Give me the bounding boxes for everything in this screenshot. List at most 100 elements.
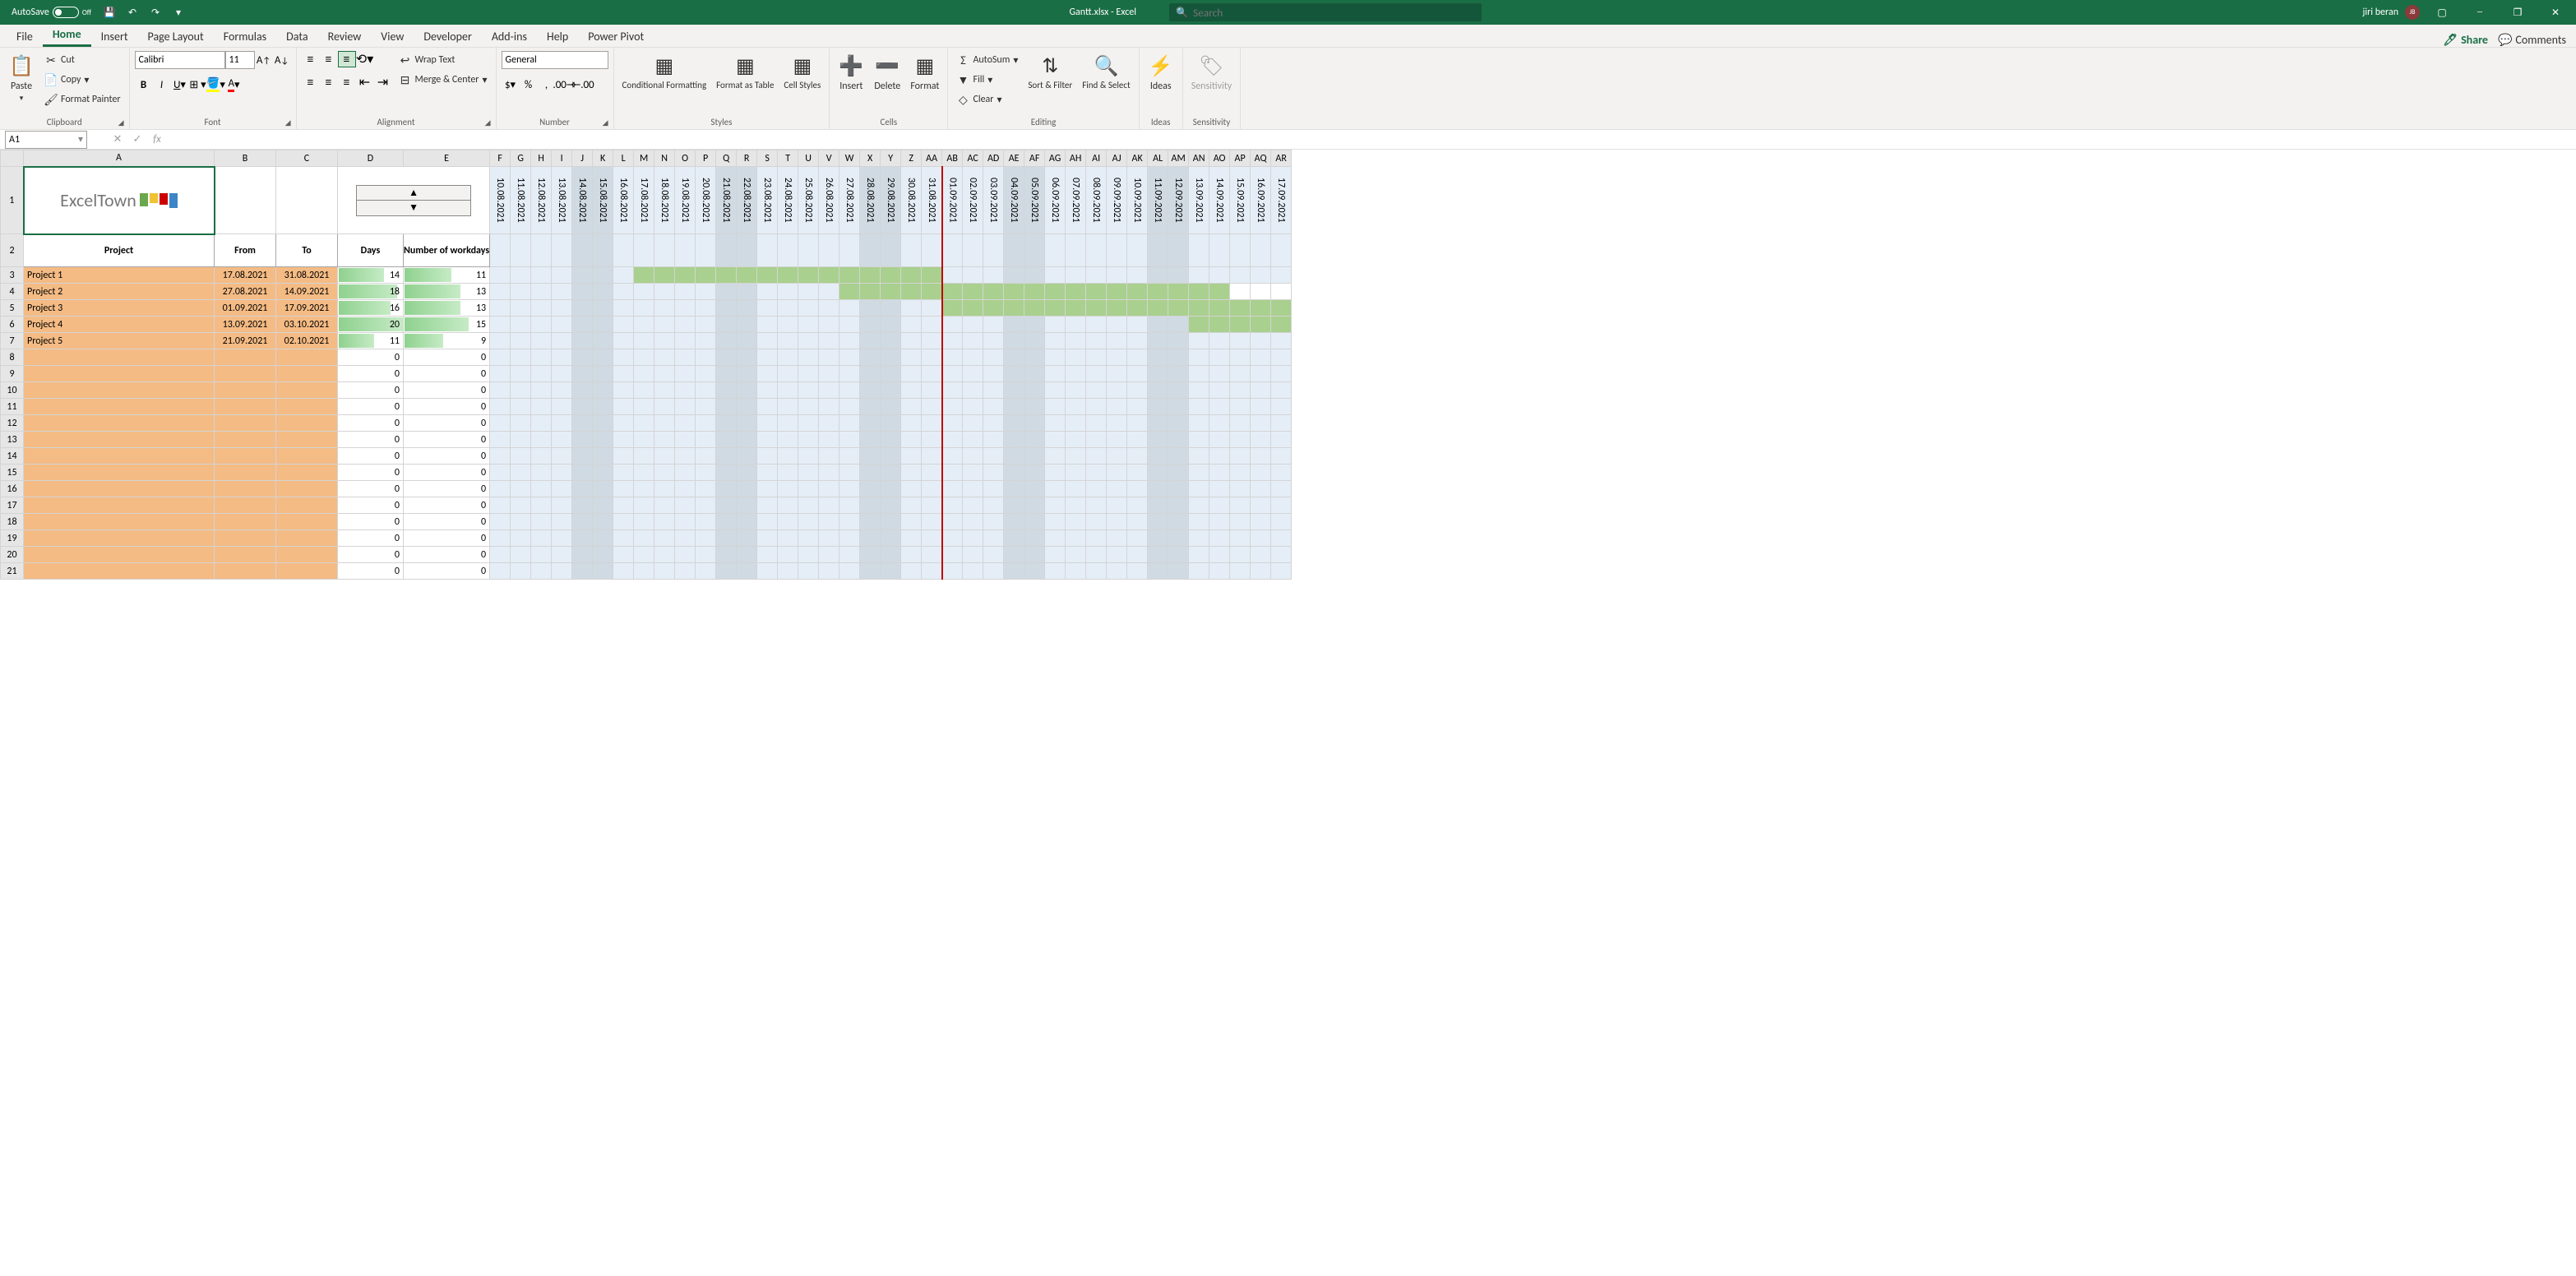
days-18[interactable]: 0 [338, 514, 404, 530]
gantt-r10-d31[interactable] [1127, 382, 1148, 399]
project-name-4[interactable]: Project 2 [24, 284, 215, 300]
gantt-r9-d23[interactable] [963, 366, 983, 382]
gantt-r20-d15[interactable] [798, 547, 819, 563]
gantt-r17-d3[interactable] [552, 497, 572, 514]
gantt-r13-d31[interactable] [1127, 432, 1148, 448]
project-name-5[interactable]: Project 3 [24, 300, 215, 317]
gantt-r15-d38[interactable] [1271, 465, 1292, 481]
gantt-r9-d4[interactable] [572, 366, 593, 382]
date-header-26[interactable]: 05.09.2021 [1024, 167, 1045, 234]
gantt-r19-d23[interactable] [963, 530, 983, 547]
gantt-r17-d7[interactable] [634, 497, 654, 514]
col-header-S[interactable]: S [757, 150, 778, 167]
gantt-r13-d33[interactable] [1168, 432, 1189, 448]
row-header-14[interactable]: 14 [1, 448, 24, 465]
gantt-r14-d4[interactable] [572, 448, 593, 465]
date-header-29[interactable]: 08.09.2021 [1086, 167, 1107, 234]
gantt-r19-d36[interactable] [1230, 530, 1251, 547]
date-header-0[interactable]: 10.08.2021 [490, 167, 511, 234]
gantt-r5-d11[interactable] [716, 300, 737, 317]
gantt-r6-d32[interactable] [1148, 317, 1168, 333]
date-header-37[interactable]: 16.09.2021 [1251, 167, 1271, 234]
row-header-2[interactable]: 2 [1, 234, 24, 267]
gantt-r10-d38[interactable] [1271, 382, 1292, 399]
gantt-r4-d36[interactable] [1230, 284, 1251, 300]
cell-r2-d17[interactable] [839, 234, 860, 267]
cell-r2-d23[interactable] [963, 234, 983, 267]
gantt-r11-d5[interactable] [593, 399, 613, 415]
gantt-r4-d21[interactable] [922, 284, 942, 300]
gantt-r15-d25[interactable] [1004, 465, 1024, 481]
enter-formula-icon[interactable]: ✓ [128, 131, 146, 149]
gantt-r21-d14[interactable] [778, 563, 798, 580]
gantt-r10-d33[interactable] [1168, 382, 1189, 399]
gantt-r14-d30[interactable] [1107, 448, 1127, 465]
gantt-r4-d34[interactable] [1189, 284, 1209, 300]
tab-insert[interactable]: Insert [91, 26, 138, 47]
workdays-20[interactable]: 0 [404, 547, 490, 563]
gantt-r9-d22[interactable] [942, 366, 963, 382]
align-right-button[interactable]: ≡ [338, 74, 356, 90]
from-12[interactable] [215, 415, 276, 432]
gantt-r19-d30[interactable] [1107, 530, 1127, 547]
increase-font-icon[interactable]: A↑ [255, 51, 273, 69]
gantt-r9-d35[interactable] [1209, 366, 1230, 382]
gantt-r19-d13[interactable] [757, 530, 778, 547]
to-11[interactable] [276, 399, 338, 415]
gantt-r5-d27[interactable] [1045, 300, 1066, 317]
gantt-r18-d29[interactable] [1086, 514, 1107, 530]
gantt-r8-d17[interactable] [839, 349, 860, 366]
gantt-r10-d2[interactable] [531, 382, 552, 399]
days-13[interactable]: 0 [338, 432, 404, 448]
gantt-r17-d27[interactable] [1045, 497, 1066, 514]
gantt-r13-d24[interactable] [983, 432, 1004, 448]
gantt-r5-d6[interactable] [613, 300, 634, 317]
gantt-r21-d8[interactable] [654, 563, 675, 580]
cell-r2-d13[interactable] [757, 234, 778, 267]
gantt-r7-d37[interactable] [1251, 333, 1271, 349]
gantt-r13-d16[interactable] [819, 432, 839, 448]
from-20[interactable] [215, 547, 276, 563]
col-header-V[interactable]: V [819, 150, 839, 167]
gantt-r10-d24[interactable] [983, 382, 1004, 399]
gantt-r13-d38[interactable] [1271, 432, 1292, 448]
gantt-r18-d18[interactable] [860, 514, 881, 530]
gantt-r9-d9[interactable] [675, 366, 696, 382]
gantt-r4-d12[interactable] [737, 284, 757, 300]
gantt-r8-d21[interactable] [922, 349, 942, 366]
gantt-r9-d34[interactable] [1189, 366, 1209, 382]
gantt-r8-d37[interactable] [1251, 349, 1271, 366]
gantt-r15-d15[interactable] [798, 465, 819, 481]
days-20[interactable]: 0 [338, 547, 404, 563]
gantt-r20-d38[interactable] [1271, 547, 1292, 563]
gantt-r7-d5[interactable] [593, 333, 613, 349]
gantt-r7-d10[interactable] [696, 333, 716, 349]
cut-button[interactable]: ✂Cut [41, 51, 124, 69]
gantt-r5-d38[interactable] [1271, 300, 1292, 317]
col-header-N[interactable]: N [654, 150, 675, 167]
gantt-r11-d23[interactable] [963, 399, 983, 415]
share-button[interactable]: 🖊Share [2443, 33, 2488, 47]
to-8[interactable] [276, 349, 338, 366]
fx-icon[interactable]: fx [148, 131, 166, 149]
gantt-r16-d28[interactable] [1066, 481, 1086, 497]
gantt-r8-d8[interactable] [654, 349, 675, 366]
wrap-text-button[interactable]: ↩Wrap Text [395, 51, 491, 69]
gantt-r21-d35[interactable] [1209, 563, 1230, 580]
gantt-r15-d32[interactable] [1148, 465, 1168, 481]
gantt-r15-d36[interactable] [1230, 465, 1251, 481]
gantt-r15-d24[interactable] [983, 465, 1004, 481]
gantt-r13-d9[interactable] [675, 432, 696, 448]
gantt-r19-d28[interactable] [1066, 530, 1086, 547]
gantt-r10-d20[interactable] [901, 382, 922, 399]
align-center-button[interactable]: ≡ [320, 74, 338, 90]
cell-r2-d4[interactable] [572, 234, 593, 267]
from-4[interactable]: 27.08.2021 [215, 284, 276, 300]
gantt-r6-d16[interactable] [819, 317, 839, 333]
days-6[interactable]: 20 [338, 317, 404, 333]
gantt-r3-d24[interactable] [983, 267, 1004, 284]
gantt-r21-d4[interactable] [572, 563, 593, 580]
gantt-r15-d27[interactable] [1045, 465, 1066, 481]
gantt-r7-d4[interactable] [572, 333, 593, 349]
gantt-r21-d38[interactable] [1271, 563, 1292, 580]
